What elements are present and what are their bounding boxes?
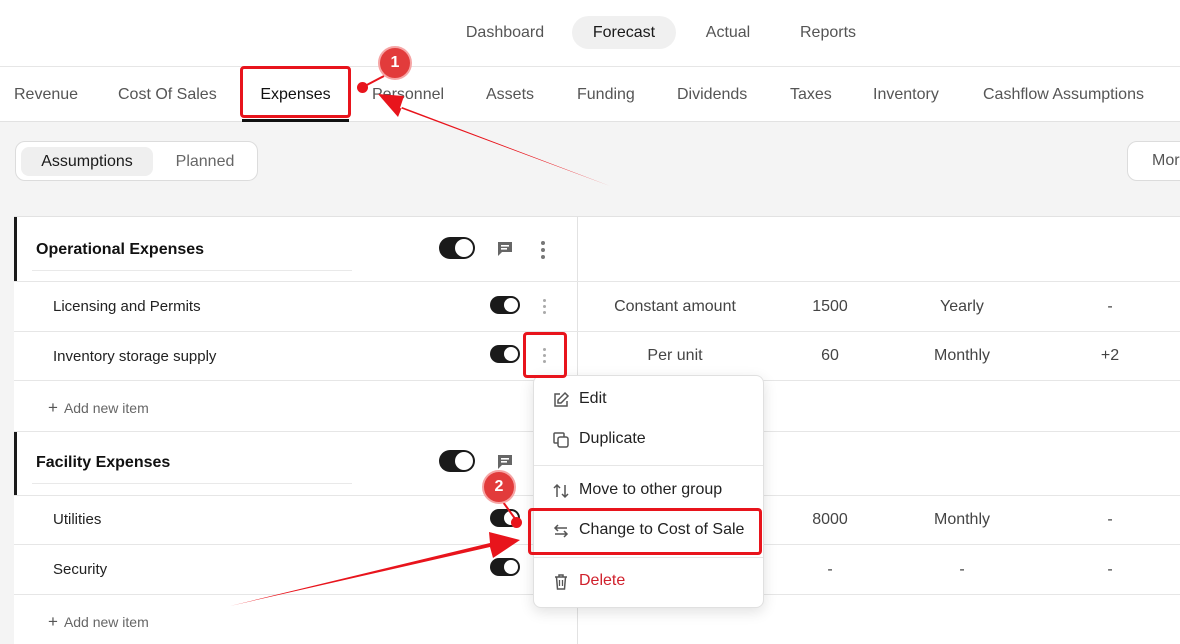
annotation-dot (511, 517, 522, 528)
annotation-arrows (230, 75, 610, 606)
step-badge-2: 2 (482, 470, 516, 504)
annotation-dot (357, 82, 368, 93)
step-badge-1: 1 (378, 46, 412, 80)
